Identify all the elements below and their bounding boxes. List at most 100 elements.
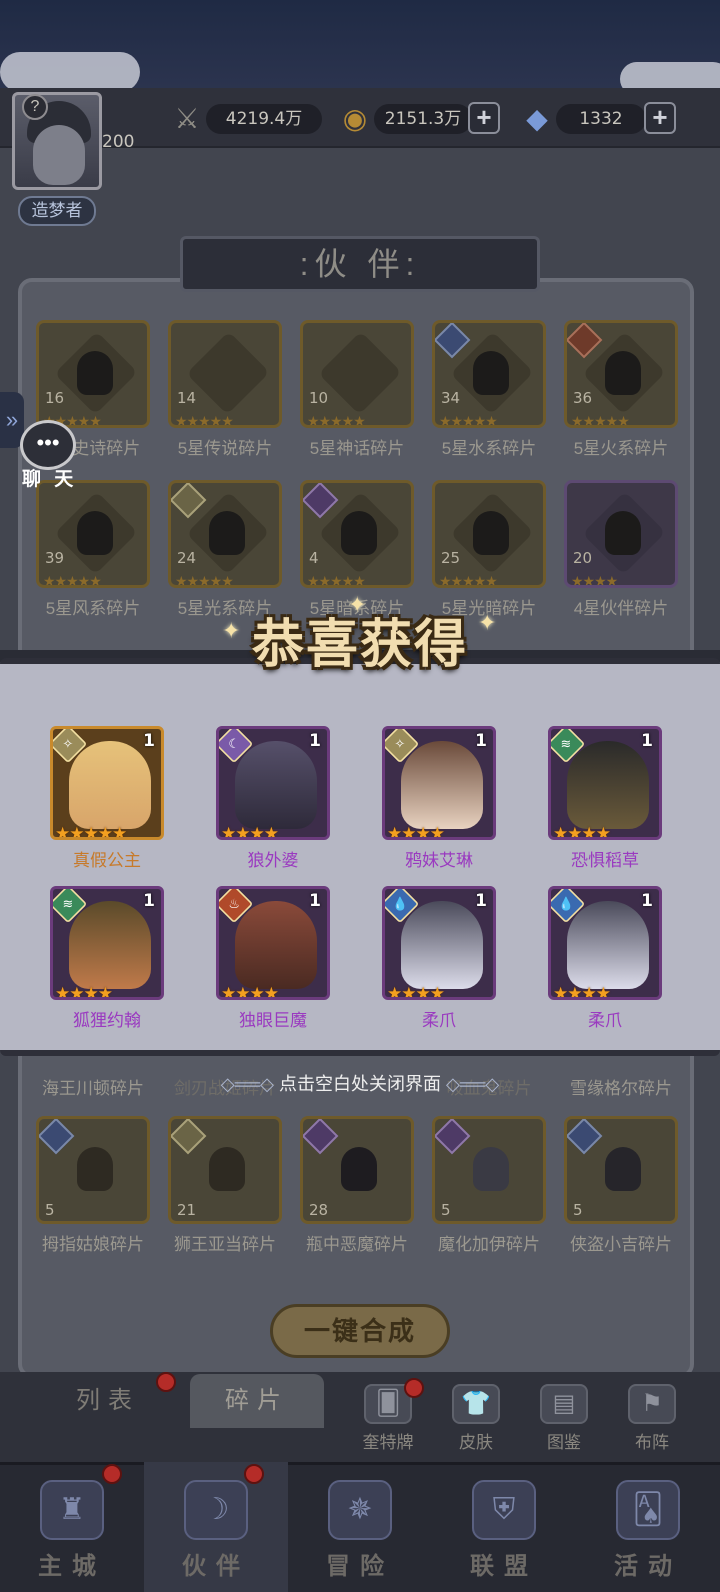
tab-fragments[interactable]: 碎片 [190, 1374, 324, 1428]
fragment-label: 拇指姑娘碎片 [42, 1235, 144, 1254]
hooded-figure-icon [77, 351, 113, 395]
partner-icon: ☽ [184, 1480, 248, 1540]
nav-partners[interactable]: ☽ 伙伴 [144, 1462, 288, 1592]
hero-portrait-icon [69, 901, 151, 989]
fragment-card: ★★★★★ 14 [168, 320, 282, 428]
fragment-count: 36 [573, 389, 593, 407]
nav-events[interactable]: 🂡 活动 [576, 1462, 720, 1592]
fragment-card: 5 [36, 1116, 150, 1224]
fragment-card: ★★★★★ 36 [564, 320, 678, 428]
diamond-icon: ◆ [526, 102, 548, 134]
dark-element-icon [303, 483, 339, 519]
hooded-figure-icon [605, 351, 641, 395]
reward-item[interactable]: 💧 1 ★★★★ 柔爪 [382, 886, 496, 1030]
fragment-label: 5星火系碎片 [573, 439, 669, 458]
hero-portrait-icon [209, 1147, 245, 1191]
ornament-left-icon: ◇══◇ [220, 1074, 279, 1094]
fragment-label: 5星水系碎片 [441, 439, 537, 458]
fragment-label: 5星传说碎片 [177, 439, 273, 458]
fragment-label: 5星风系碎片 [45, 599, 141, 618]
one-click-merge-button[interactable]: 一键合成 [270, 1304, 450, 1358]
add-gold-button[interactable]: + [468, 102, 500, 134]
fragment-item[interactable]: ★★★★★ 39 5星风系碎片 [36, 480, 150, 622]
fragment-item[interactable]: ★★★★★ 34 5星水系碎片 [432, 320, 546, 462]
cloud-decoration [0, 52, 140, 92]
reward-quantity: 1 [143, 731, 155, 751]
fragment-label: 侠盗小吉碎片 [570, 1235, 672, 1254]
fragment-item[interactable]: 28 瓶中恶魔碎片 [300, 1116, 414, 1258]
reward-quantity: 1 [641, 891, 653, 911]
function-skins[interactable]: 👕 皮肤 [436, 1384, 516, 1456]
fragment-count: 28 [309, 1201, 329, 1219]
nav-label: 联盟 [470, 1553, 538, 1580]
fragment-item[interactable]: ★★★★★ 14 5星传说碎片 [168, 320, 282, 462]
function-formation[interactable]: ⚑ 布阵 [612, 1384, 692, 1456]
nav-adventure[interactable]: ✵ 冒险 [288, 1462, 432, 1592]
function-label: 布阵 [635, 1433, 669, 1452]
fragment-count: 14 [177, 389, 197, 407]
water-element-icon [567, 1119, 603, 1155]
fragment-count: 16 [45, 389, 65, 407]
hooded-figure-icon [341, 511, 377, 555]
close-hint[interactable]: ◇══◇ 点击空白处关闭界面 ◇══◇ [0, 1070, 720, 1096]
nav-label: 冒险 [326, 1553, 394, 1580]
fragment-item[interactable]: ★★★★★ 36 5星火系碎片 [564, 320, 678, 462]
formation-icon: ⚑ [628, 1384, 676, 1424]
reward-stars: ★★★★ [553, 984, 611, 1000]
nav-alliance[interactable]: ⛨ 联盟 [432, 1462, 576, 1592]
fragment-item[interactable]: ★★★★ 20 4星伙伴碎片 [564, 480, 678, 622]
fragment-item[interactable]: 5 拇指姑娘碎片 [36, 1116, 150, 1258]
skin-icon: 👕 [452, 1384, 500, 1424]
gold-value: 2151.3万 [374, 104, 472, 134]
fragment-label: 狮王亚当碎片 [174, 1235, 276, 1254]
reward-name: 独眼巨魔 [239, 1011, 307, 1030]
fragment-stars: ★★★★★ [439, 573, 498, 588]
reward-item[interactable]: ≋ 1 ★★★★ 恐惧稻草 [548, 726, 662, 870]
fire-element-icon [567, 323, 603, 359]
modal-title-banner: ✦ ✦ ✦ 恭喜获得 [200, 592, 520, 690]
fragment-count: 5 [45, 1201, 55, 1219]
nav-label: 伙伴 [182, 1553, 250, 1580]
reward-item[interactable]: ♨ 1 ★★★★ 独眼巨魔 [216, 886, 330, 1030]
function-codex[interactable]: ▤ 图鉴 [524, 1384, 604, 1456]
hero-portrait-icon [567, 901, 649, 989]
hero-portrait-icon [401, 901, 483, 989]
reward-card: ✧ 1 ★★★★ [382, 726, 496, 840]
hero-portrait-icon [567, 741, 649, 829]
fragment-item[interactable]: ★★★★★ 10 5星神话碎片 [300, 320, 414, 462]
help-icon[interactable]: ? [22, 94, 48, 120]
fragment-item[interactable]: 5 魔化加伊碎片 [432, 1116, 546, 1258]
reward-item[interactable]: ✧ 1 ★★★★ 鸦妹艾琳 [382, 726, 496, 870]
puzzle-piece-icon [318, 331, 402, 415]
fragment-card: 21 [168, 1116, 282, 1224]
reward-item[interactable]: ✧ 1 ★★★★★ 真假公主 [50, 726, 164, 870]
reward-title: 恭喜获得 [251, 614, 468, 675]
notification-dot [244, 1464, 264, 1484]
notification-dot [404, 1378, 424, 1398]
add-diamond-button[interactable]: + [644, 102, 676, 134]
fragment-stars: ★★★★★ [307, 413, 366, 428]
chat-bubble-icon[interactable]: ••• [20, 420, 76, 470]
fragment-card: 28 [300, 1116, 414, 1224]
hero-portrait-icon [235, 741, 317, 829]
nav-main-city[interactable]: ♜ 主城 [0, 1462, 144, 1592]
fragment-item[interactable]: 21 狮王亚当碎片 [168, 1116, 282, 1258]
avatar-face [33, 125, 85, 185]
hero-portrait-icon [401, 741, 483, 829]
fragment-count: 5 [441, 1201, 451, 1219]
reward-item[interactable]: ☾ 1 ★★★★ 狼外婆 [216, 726, 330, 870]
panel-title: :伙 伴: [180, 236, 540, 292]
chat-label[interactable]: 聊 天 [22, 464, 77, 491]
reward-item[interactable]: ≋ 1 ★★★★ 狐狸约翰 [50, 886, 164, 1030]
fragment-item[interactable]: 5 侠盗小吉碎片 [564, 1116, 678, 1258]
alliance-icon: ⛨ [472, 1480, 536, 1540]
power-sword-icon: ⚔ [174, 102, 200, 134]
reward-item[interactable]: 💧 1 ★★★★ 柔爪 [548, 886, 662, 1030]
hooded-figure-icon [77, 511, 113, 555]
fragment-stars: ★★★★★ [439, 413, 498, 428]
fragment-count: 39 [45, 549, 65, 567]
water-element-icon [435, 323, 471, 359]
reward-stars: ★★★★ [221, 984, 279, 1000]
power-value: 4219.4万 [206, 104, 322, 134]
reward-stars: ★★★★ [387, 824, 445, 840]
